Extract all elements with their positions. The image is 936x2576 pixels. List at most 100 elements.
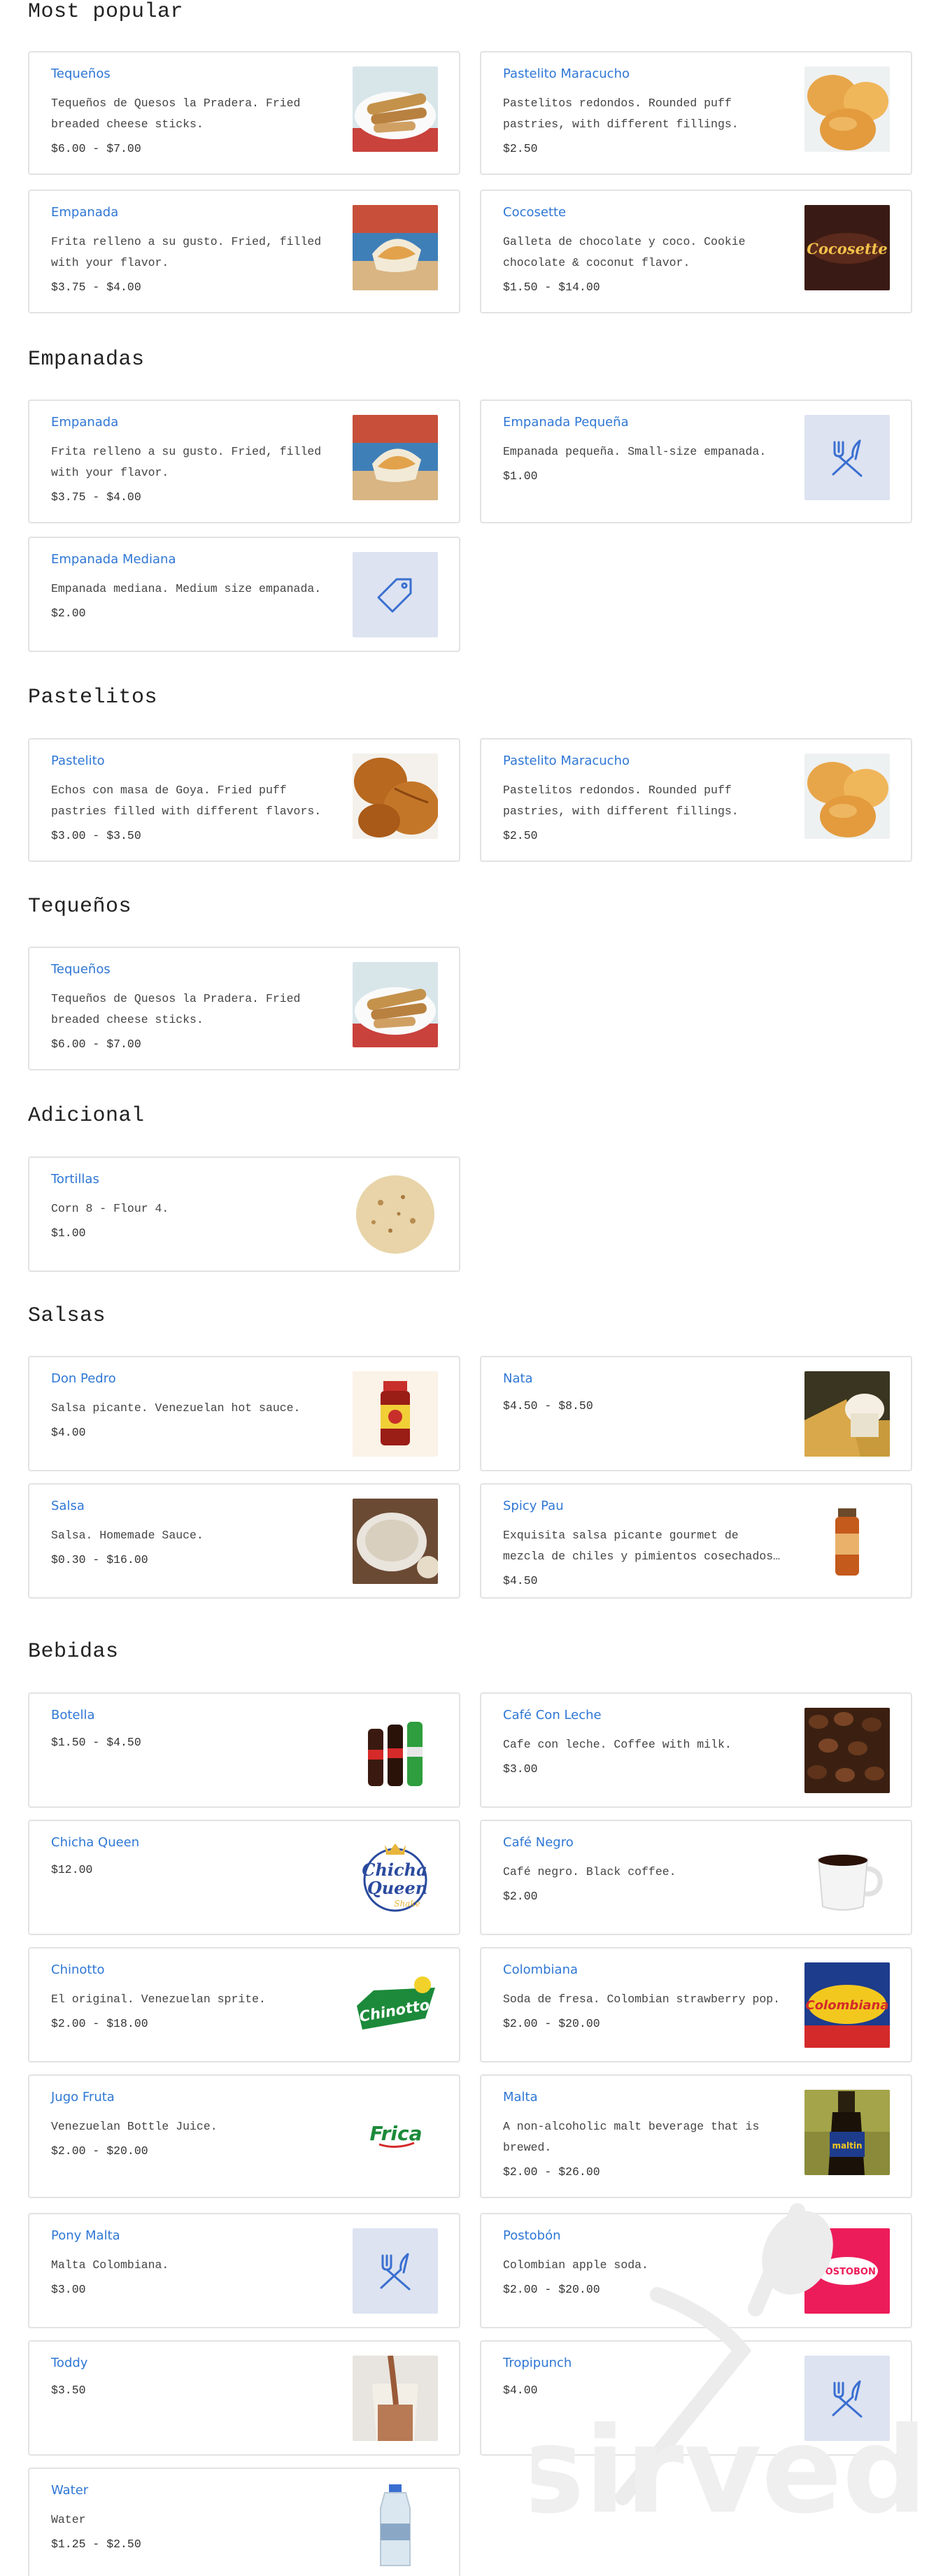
item-price: $1.50 - $14.00	[503, 281, 600, 294]
item-name[interactable]: Salsa	[51, 1499, 85, 1513]
menu-item-card[interactable]: Tequeños Tequeños de Quesos la Pradera. …	[28, 947, 460, 1070]
menu-item-card[interactable]: Empanada Frita relleno a su gusto. Fried…	[28, 399, 460, 523]
section-title-bebidas: Bebidas	[28, 1640, 119, 1664]
item-description: Galleta de chocolate y coco. Cookie choc…	[503, 235, 746, 269]
item-name[interactable]: Café Negro	[503, 1835, 574, 1850]
item-name[interactable]: Tequeños	[51, 66, 111, 81]
item-name[interactable]: Botella	[51, 1708, 95, 1722]
menu-item-card[interactable]: Tequeños Tequeños de Quesos la Pradera. …	[28, 51, 460, 175]
menu-item-card[interactable]: Empanada Frita relleno a su gusto. Fried…	[28, 190, 460, 313]
fork-knife-icon	[804, 2356, 890, 2441]
item-price: $1.50 - $4.50	[51, 1736, 141, 1749]
item-price: $12.00	[51, 1863, 93, 1876]
item-price: $2.50	[503, 142, 538, 155]
item-name[interactable]: Empanada Pequeña	[503, 415, 629, 430]
item-name[interactable]: Toddy	[51, 2356, 87, 2370]
item-name[interactable]: Postobón	[503, 2228, 561, 2243]
queen-logo-text: Queen	[367, 1878, 427, 1898]
chicha-logo-text: Chicha	[362, 1860, 427, 1880]
item-description: Exquisita salsa picante gourmet de mezcl…	[503, 1529, 781, 1563]
menu-item-card[interactable]: Salsa Salsa. Homemade Sauce. $0.30 - $16…	[28, 1483, 460, 1599]
item-name[interactable]: Empanada	[51, 415, 118, 430]
section-title-adicional: Adicional	[28, 1104, 145, 1128]
menu-item-card[interactable]: Jugo Fruta Venezuelan Bottle Juice. $2.0…	[28, 2074, 460, 2198]
menu-item-card[interactable]: Postobón Colombian apple soda. $2.00 - $…	[480, 2213, 912, 2328]
cocosette-logo-text: Cocosette	[807, 240, 887, 257]
item-name[interactable]: Nata	[503, 1371, 533, 1386]
item-name[interactable]: Empanada Mediana	[51, 552, 176, 567]
item-name[interactable]: Empanada	[51, 205, 118, 220]
menu-item-card[interactable]: Café Con Leche Cafe con leche. Coffee wi…	[480, 1692, 912, 1808]
menu-item-card[interactable]: Toddy $3.50	[28, 2340, 460, 2456]
item-photo	[353, 66, 438, 152]
item-photo	[353, 1371, 438, 1457]
section-title-tequenos: Tequeños	[28, 895, 132, 919]
item-photo	[353, 415, 438, 500]
item-description: Soda de fresa. Colombian strawberry pop.	[503, 1993, 781, 2006]
item-price: $4.00	[503, 2384, 538, 2397]
menu-item-card[interactable]: Cocosette Galleta de chocolate y coco. C…	[480, 190, 912, 313]
item-name[interactable]: Spicy Pau	[503, 1499, 564, 1513]
item-name[interactable]: Jugo Fruta	[51, 2090, 115, 2104]
item-price: $0.30 - $16.00	[51, 1553, 148, 1566]
postobon-logo-text: POSTOBON	[818, 2267, 876, 2277]
menu-item-card[interactable]: Tropipunch $4.00	[480, 2340, 912, 2456]
item-name[interactable]: Chicha Queen	[51, 1835, 139, 1850]
menu-item-card[interactable]: Pastelito Echos con masa de Goya. Fried …	[28, 738, 460, 862]
menu-item-card[interactable]: Malta A non-alcoholic malt beverage that…	[480, 2074, 912, 2198]
item-name[interactable]: Tropipunch	[503, 2356, 572, 2370]
item-photo: POSTOBON	[804, 2228, 890, 2314]
item-name[interactable]: Colombiana	[503, 1962, 578, 1977]
item-name[interactable]: Tequeños	[51, 962, 111, 977]
item-price: $2.00 - $20.00	[51, 2144, 148, 2158]
menu-item-card[interactable]: Empanada Mediana Empanada mediana. Mediu…	[28, 537, 460, 652]
item-price: $3.50	[51, 2384, 86, 2397]
item-name[interactable]: Don Pedro	[51, 1371, 116, 1386]
item-name[interactable]: Water	[51, 2483, 88, 2498]
item-name[interactable]: Café Con Leche	[503, 1708, 602, 1722]
item-name[interactable]: Pastelito Maracucho	[503, 66, 630, 81]
menu-item-card[interactable]: Chicha Queen $12.00 Chicha Queen Shake	[28, 1820, 460, 1935]
menu-item-card[interactable]: Water Water $1.25 - $2.50	[28, 2468, 460, 2576]
item-price: $3.75 - $4.00	[51, 281, 141, 294]
menu-item-card[interactable]: Pony Malta Malta Colombiana. $3.00	[28, 2213, 460, 2328]
menu-item-card[interactable]: Don Pedro Salsa picante. Venezuelan hot …	[28, 1356, 460, 1471]
item-description: Venezuelan Bottle Juice.	[51, 2120, 218, 2133]
menu-item-card[interactable]: Empanada Pequeña Empanada pequeña. Small…	[480, 399, 912, 523]
item-name[interactable]: Chinotto	[51, 1962, 105, 1977]
item-photo	[353, 1172, 438, 1257]
item-photo: maltin	[804, 2090, 890, 2175]
shake-logo-text: Shake	[394, 1899, 420, 1909]
fork-knife-icon	[353, 2228, 438, 2314]
menu-item-card[interactable]: Spicy Pau Exquisita salsa picante gourme…	[480, 1483, 912, 1599]
menu-item-card[interactable]: Pastelito Maracucho Pastelitos redondos.…	[480, 738, 912, 862]
menu-item-card[interactable]: Nata $4.50 - $8.50	[480, 1356, 912, 1471]
item-name[interactable]: Cocosette	[503, 205, 566, 220]
item-description: A non-alcoholic malt beverage that is br…	[503, 2120, 760, 2154]
item-description: Salsa picante. Venezuelan hot sauce.	[51, 1401, 301, 1415]
item-description: Frita relleno a su gusto. Fried, filled …	[51, 235, 322, 269]
menu-item-card[interactable]: Colombiana Soda de fresa. Colombian stra…	[480, 1947, 912, 2062]
item-price: $2.00 - $20.00	[503, 2283, 600, 2296]
item-description: Water	[51, 2513, 86, 2526]
menu-item-card[interactable]: Pastelito Maracucho Pastelitos redondos.…	[480, 51, 912, 175]
item-name[interactable]: Pony Malta	[51, 2228, 120, 2243]
item-name[interactable]: Tortillas	[51, 1172, 99, 1187]
item-photo	[353, 753, 438, 839]
menu-item-card[interactable]: Botella $1.50 - $4.50	[28, 1692, 460, 1808]
item-description: Tequeños de Quesos la Pradera. Fried bre…	[51, 97, 301, 131]
frica-logo-text: Frica	[370, 2122, 423, 2145]
item-name[interactable]: Pastelito Maracucho	[503, 753, 630, 768]
menu-item-card[interactable]: Café Negro Café negro. Black coffee. $2.…	[480, 1820, 912, 1935]
menu-item-card[interactable]: Chinotto El original. Venezuelan sprite.…	[28, 1947, 460, 2062]
section-title-most-popular: Most popular	[28, 0, 184, 24]
item-description: Cafe con leche. Coffee with milk.	[503, 1738, 732, 1751]
item-name[interactable]: Pastelito	[51, 753, 105, 768]
item-price: $1.00	[51, 1226, 86, 1240]
price-tag-icon	[353, 552, 438, 637]
item-price: $4.50 - $8.50	[503, 1399, 593, 1413]
item-name[interactable]: Malta	[503, 2090, 538, 2104]
section-title-pastelitos: Pastelitos	[28, 686, 158, 709]
menu-item-card[interactable]: Tortillas Corn 8 - Flour 4. $1.00	[28, 1156, 460, 1272]
item-photo	[804, 1371, 890, 1457]
